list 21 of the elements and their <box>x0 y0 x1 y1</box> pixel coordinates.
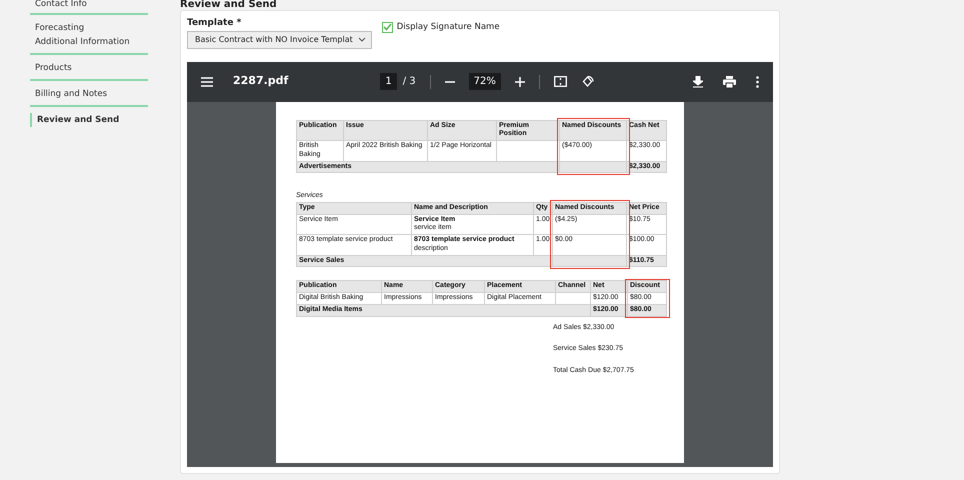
chevron-down-icon <box>358 37 366 42</box>
zoom-field[interactable]: 72% <box>468 73 501 90</box>
template-select[interactable]: Basic Contract with NO Invoice Templat <box>187 30 372 48</box>
menu-icon[interactable] <box>201 76 213 86</box>
sidebar-item[interactable]: Additional Information <box>30 35 148 55</box>
zoom-in-icon[interactable] <box>514 76 525 86</box>
page-field[interactable]: 1 <box>380 73 397 90</box>
file-name: 2287.pdf <box>233 73 288 90</box>
fit-page-icon[interactable] <box>554 76 567 87</box>
sidebar-item[interactable]: Review and Send <box>30 112 148 128</box>
sidebar-item[interactable]: Products <box>30 61 148 81</box>
template-label: Template * <box>187 17 242 30</box>
sidebar-item[interactable]: Billing and Notes <box>30 86 148 106</box>
download-icon[interactable] <box>693 76 703 88</box>
sidebar-item[interactable]: Forecasting <box>30 20 148 36</box>
page-count: / 3 <box>402 75 416 89</box>
rotate-icon[interactable] <box>580 75 594 88</box>
signature-checkbox[interactable] <box>382 22 393 33</box>
print-icon[interactable] <box>723 76 736 88</box>
more-options-icon[interactable] <box>756 76 759 88</box>
checkbox-label: Display Signature Name <box>396 21 500 34</box>
